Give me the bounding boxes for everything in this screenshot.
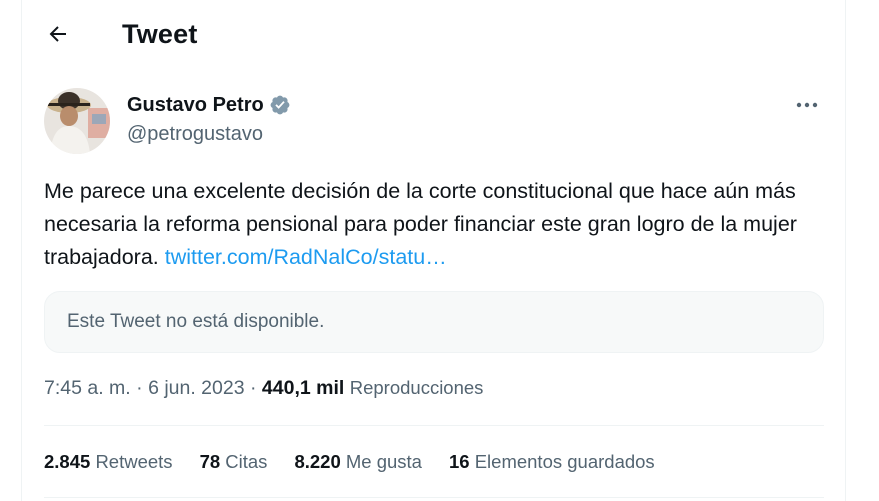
author-name[interactable]: Gustavo Petro: [127, 94, 264, 117]
tweet-link[interactable]: twitter.com/RadNalCo/statu…: [165, 245, 447, 269]
avatar[interactable]: [44, 88, 110, 154]
stat-label: Citas: [225, 451, 268, 472]
author-name-row[interactable]: Gustavo Petro: [127, 92, 291, 118]
page-header: Tweet: [22, 0, 845, 70]
stat-label: Retweets: [95, 451, 173, 472]
stat-count: 78: [199, 451, 221, 472]
stat-likes[interactable]: 8.220 Me gusta: [294, 451, 422, 473]
stat-quotes[interactable]: 78 Citas: [200, 451, 268, 473]
more-horizontal-icon: [796, 102, 818, 108]
views-count: 440,1 mil: [261, 377, 345, 399]
tweet-time[interactable]: 7:45 a. m.: [44, 377, 131, 399]
tweet-author: Gustavo Petro @petrogustavo: [127, 92, 291, 146]
tweet-metadata: 7:45 a. m. · 6 jun. 2023 · 440,1 mil Rep…: [44, 377, 483, 400]
stat-label: Me gusta: [345, 451, 422, 472]
tweet-stats: 2.845 Retweets 78 Citas 8.220 Me gusta 1…: [44, 451, 682, 473]
arrow-left-icon: [49, 26, 66, 42]
more-options-button[interactable]: [791, 93, 823, 117]
page-title: Tweet: [122, 19, 198, 49]
quoted-tweet-message: Este Tweet no está disponible.: [67, 311, 325, 332]
stat-retweets[interactable]: 2.845 Retweets: [44, 451, 173, 473]
tweet-date[interactable]: 6 jun. 2023: [148, 377, 245, 399]
meta-separator: ·: [136, 377, 143, 399]
back-button[interactable]: [40, 16, 76, 52]
stat-bookmarks[interactable]: 16 Elementos guardados: [449, 451, 655, 473]
stat-label: Elementos guardados: [474, 451, 655, 472]
tweet-column: Tweet Gustavo Petro @petrogustavo Me par…: [21, 0, 846, 501]
verified-badge-icon: [270, 95, 290, 115]
stat-count: 2.845: [44, 451, 91, 472]
tweet-text: Me parece una excelente decisión de la c…: [44, 175, 824, 274]
meta-separator: ·: [250, 377, 257, 399]
views-label: Reproducciones: [349, 377, 484, 398]
author-handle[interactable]: @petrogustavo: [127, 123, 291, 146]
divider: [44, 425, 824, 426]
divider: [44, 497, 824, 498]
stat-count: 16: [448, 451, 470, 472]
quoted-tweet-unavailable: Este Tweet no está disponible.: [44, 291, 824, 353]
stat-count: 8.220: [294, 451, 341, 472]
